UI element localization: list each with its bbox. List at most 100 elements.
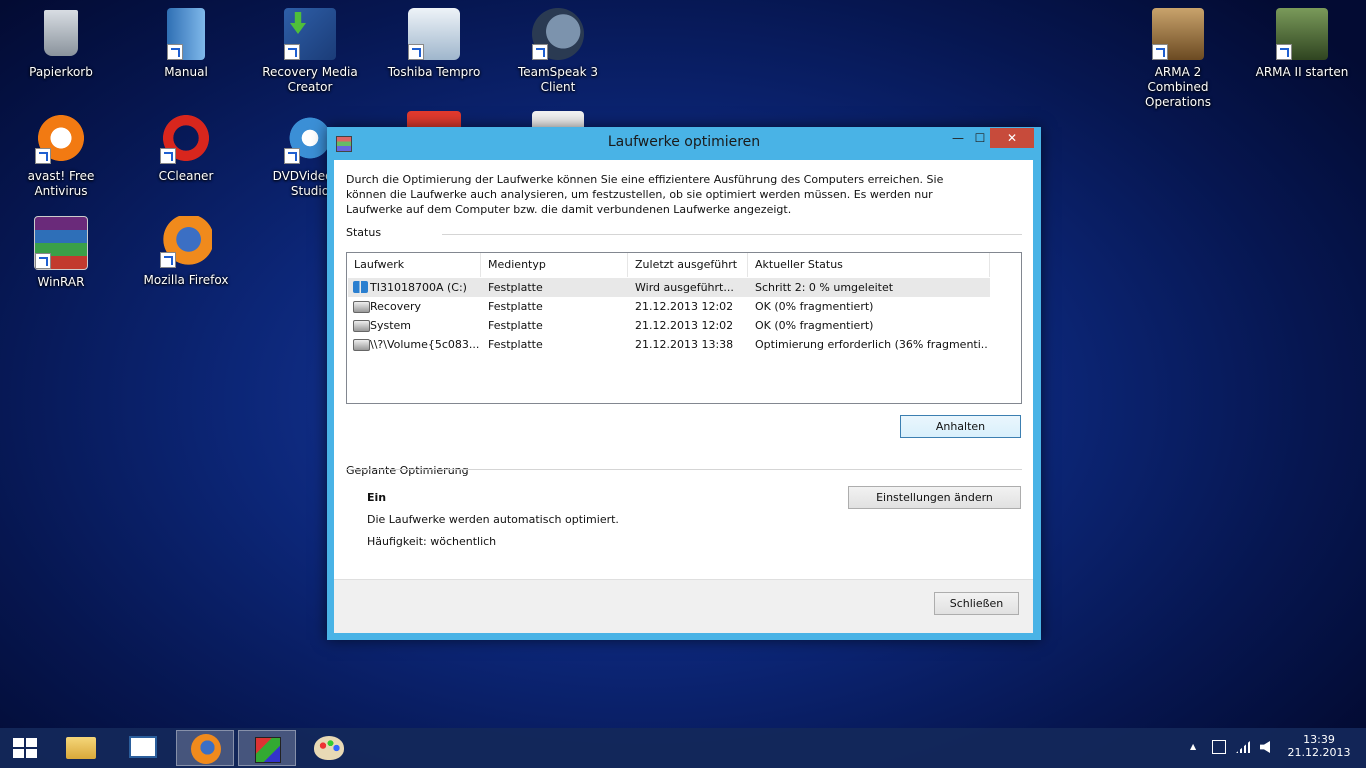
intro-text: Durch die Optimierung der Laufwerke könn…: [346, 173, 944, 216]
taskbar-network-button[interactable]: [114, 730, 172, 766]
shortcut-arrow-icon: [35, 253, 51, 269]
desktop-icon-recovery-media-creator[interactable]: Recovery Media Creator: [255, 8, 365, 95]
show-hidden-icons-button[interactable]: ▲: [1190, 742, 1196, 751]
manual-book-icon: [167, 8, 205, 60]
drive-row-volume[interactable]: \\?\Volume{5c083... Festplatte 21.12.201…: [348, 335, 990, 354]
window-client-area: Durch die Optimierung der Laufwerke könn…: [334, 160, 1033, 633]
teamspeak-icon: [532, 8, 584, 60]
shortcut-arrow-icon: [1152, 44, 1168, 60]
firefox-icon: [160, 216, 212, 268]
network-monitor-icon: [129, 736, 157, 758]
window-footer: Schließen: [334, 579, 1033, 633]
network-warning-icon[interactable]: [1212, 740, 1226, 754]
taskbar-defrag-button[interactable]: [238, 730, 296, 766]
firefox-icon: [191, 734, 221, 764]
signal-strength-icon[interactable]: [1236, 741, 1250, 753]
drive-last-run: 21.12.2013 12:02: [635, 319, 734, 332]
drive-media: Festplatte: [488, 319, 543, 332]
desktop-icon-label: TeamSpeak 3 Client: [517, 65, 599, 94]
drive-name: \\?\Volume{5c083...: [370, 338, 480, 351]
drive-name: TI31018700A (C:): [370, 281, 467, 294]
drive-media: Festplatte: [488, 281, 543, 294]
taskbar-paint-button[interactable]: [300, 730, 358, 766]
drive-name: Recovery: [370, 300, 422, 313]
volume-speaker-icon[interactable]: [1260, 741, 1270, 753]
desktop-icon-manual[interactable]: Manual: [131, 8, 241, 80]
shortcut-arrow-icon: [160, 148, 176, 164]
toshiba-tempro-icon: [408, 8, 460, 60]
drive-media: Festplatte: [488, 338, 543, 351]
desktop-icon-label: Mozilla Firefox: [143, 273, 229, 287]
close-window-button[interactable]: ✕: [990, 128, 1034, 148]
scheduled-description: Die Laufwerke werden automatisch optimie…: [367, 513, 619, 526]
shortcut-arrow-icon: [167, 44, 183, 60]
desktop-icon-arma2-combined[interactable]: ARMA 2 Combined Operations: [1123, 8, 1233, 110]
desktop-icon-avast[interactable]: avast! Free Antivirus: [6, 112, 116, 199]
shortcut-arrow-icon: [160, 252, 176, 268]
column-header-drive[interactable]: Laufwerk: [347, 253, 481, 277]
desktop-icon-label: ARMA 2 Combined Operations: [1145, 65, 1211, 109]
desktop-icon-recycle-bin[interactable]: Papierkorb: [6, 8, 116, 80]
shortcut-arrow-icon: [284, 44, 300, 60]
hard-drive-icon: [353, 320, 370, 332]
status-separator: [442, 234, 1022, 235]
column-header-last-run[interactable]: Zuletzt ausgeführt: [628, 253, 748, 277]
desktop-icon-firefox[interactable]: Mozilla Firefox: [131, 216, 241, 288]
scheduled-optimization-label: Geplante Optimierung: [346, 464, 469, 477]
paint-palette-icon: [314, 736, 344, 760]
drive-media: Festplatte: [488, 300, 543, 313]
scheduled-frequency: Häufigkeit: wöchentlich: [367, 535, 497, 548]
desktop-icon-arma2-start[interactable]: ARMA II starten: [1247, 8, 1357, 80]
taskbar-firefox-button[interactable]: [176, 730, 234, 766]
drive-row-c[interactable]: TI31018700A (C:) Festplatte Wird ausgefü…: [348, 278, 990, 297]
desktop-icon-ccleaner[interactable]: CCleaner: [131, 112, 241, 184]
taskbar-explorer-button[interactable]: [52, 730, 110, 766]
desktop-icon-teamspeak[interactable]: TeamSpeak 3 Client: [503, 8, 613, 95]
desktop-icon-label: WinRAR: [37, 275, 85, 289]
desktop-icon-label: Toshiba Tempro: [387, 65, 481, 79]
arma2-soldier-icon: [1276, 8, 1328, 60]
window-titlebar[interactable]: Laufwerke optimieren — ☐ ✕: [327, 127, 1041, 160]
taskbar: ▲ 13:39 21.12.2013: [0, 728, 1366, 768]
column-header-media-type[interactable]: Medientyp: [481, 253, 628, 277]
drive-status: Optimierung erforderlich (36% fragmenti.…: [755, 338, 987, 351]
arma2-icon: [1152, 8, 1204, 60]
scheduled-state: Ein: [367, 491, 387, 504]
desktop-icon-toshiba-tempro[interactable]: Toshiba Tempro: [379, 8, 489, 80]
desktop-icon-label: ARMA II starten: [1255, 65, 1349, 79]
desktop-icon-label: Manual: [164, 65, 208, 79]
drive-status: OK (0% fragmentiert): [755, 300, 874, 313]
defrag-app-icon: [255, 737, 281, 763]
shortcut-arrow-icon: [284, 148, 300, 164]
drive-row-recovery[interactable]: Recovery Festplatte 21.12.2013 12:02 OK …: [348, 297, 990, 316]
window-title: Laufwerke optimieren: [607, 134, 761, 150]
change-settings-button[interactable]: Einstellungen ändern: [848, 486, 1021, 509]
hard-drive-icon: [353, 339, 370, 351]
stop-button[interactable]: Anhalten: [900, 415, 1021, 438]
column-header-current-status[interactable]: Aktueller Status: [748, 253, 990, 277]
desktop-icon-label: avast! Free Antivirus: [27, 169, 95, 198]
start-button[interactable]: [0, 728, 50, 768]
drive-row-system[interactable]: System Festplatte 21.12.2013 12:02 OK (0…: [348, 316, 990, 335]
desktop-icon-label: Papierkorb: [29, 65, 93, 79]
optimize-drives-window: Laufwerke optimieren — ☐ ✕ Durch die Opt…: [327, 127, 1041, 640]
desktop-icon-label: CCleaner: [158, 169, 214, 183]
folder-icon: [66, 737, 96, 759]
avast-icon: [35, 112, 87, 164]
windows-drive-icon: [353, 281, 368, 293]
shortcut-arrow-icon: [35, 148, 51, 164]
desktop-icon-winrar[interactable]: WinRAR: [6, 216, 116, 290]
scheduled-separator: [346, 469, 1022, 470]
hard-drive-icon: [353, 301, 370, 313]
windows-logo-icon: [13, 738, 37, 758]
status-label: Status: [346, 226, 382, 239]
recycle-bin-icon: [44, 10, 78, 56]
close-button[interactable]: Schließen: [934, 592, 1019, 615]
clock[interactable]: 13:39 21.12.2013: [1284, 733, 1354, 759]
clock-date: 21.12.2013: [1287, 746, 1351, 759]
drive-status: Schritt 2: 0 % umgeleitet: [755, 281, 894, 294]
drive-list[interactable]: Laufwerk Medientyp Zuletzt ausgeführt Ak…: [346, 252, 1022, 404]
ccleaner-icon: [160, 112, 212, 164]
drive-name: System: [370, 319, 412, 332]
drive-last-run: 21.12.2013 12:02: [635, 300, 734, 313]
